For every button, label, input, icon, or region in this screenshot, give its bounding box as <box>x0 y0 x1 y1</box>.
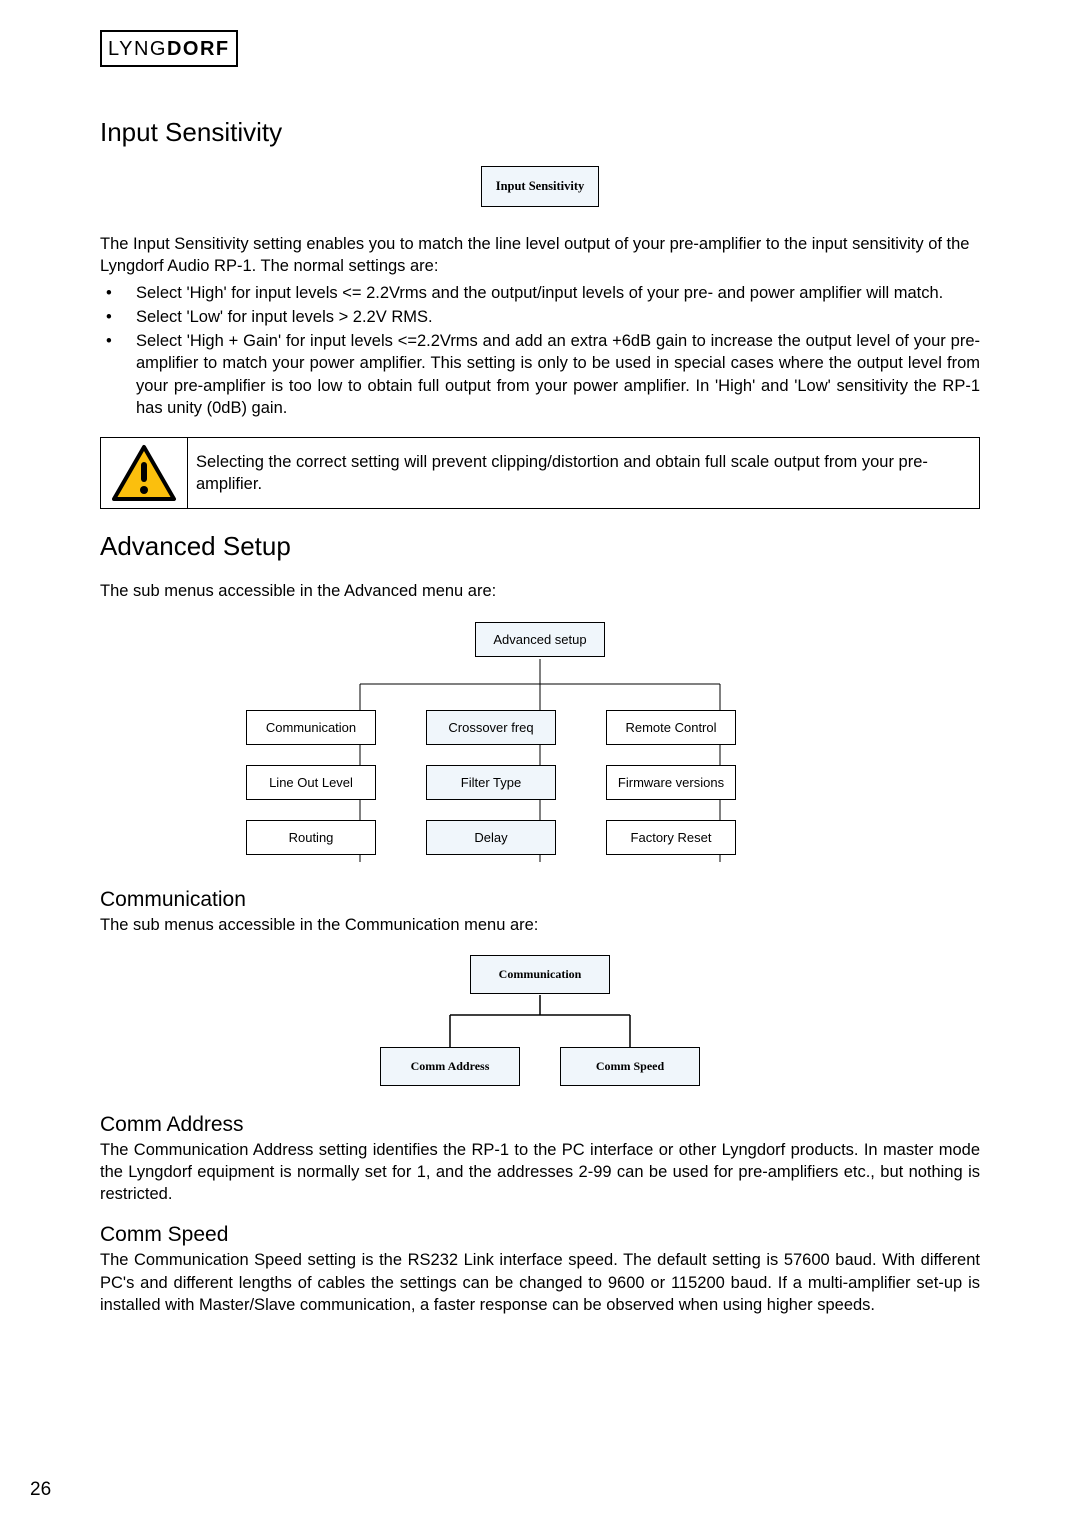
menu-box-communication: Communication <box>246 710 376 745</box>
menu-box-communication-root: Communication <box>470 955 610 994</box>
warning-icon-cell <box>101 438 188 508</box>
bullet-low: Select 'Low' for input levels > 2.2V RMS… <box>100 306 980 328</box>
advanced-setup-intro: The sub menus accessible in the Advanced… <box>100 580 980 602</box>
input-sensitivity-intro: The Input Sensitivity setting enables yo… <box>100 233 980 278</box>
heading-input-sensitivity: Input Sensitivity <box>100 117 980 148</box>
heading-advanced-setup: Advanced Setup <box>100 531 980 562</box>
menu-box-delay: Delay <box>426 820 556 855</box>
menu-box-factory-reset: Factory Reset <box>606 820 736 855</box>
page-number: 26 <box>30 1479 51 1501</box>
logo-part2: DORF <box>167 38 230 60</box>
menu-box-line-out-level: Line Out Level <box>246 765 376 800</box>
heading-communication: Communication <box>100 888 980 912</box>
comm-speed-body: The Communication Speed setting is the R… <box>100 1249 980 1316</box>
menu-box-filter-type: Filter Type <box>426 765 556 800</box>
comm-address-body: The Communication Address setting identi… <box>100 1139 980 1206</box>
warning-text: Selecting the correct setting will preve… <box>188 445 979 502</box>
menu-box-firmware-versions: Firmware versions <box>606 765 736 800</box>
warning-callout: Selecting the correct setting will preve… <box>100 437 980 509</box>
communication-intro: The sub menus accessible in the Communic… <box>100 914 980 936</box>
menu-box-comm-address: Comm Address <box>380 1047 520 1086</box>
heading-comm-speed: Comm Speed <box>100 1223 980 1247</box>
communication-diagram: Communication Comm Address Comm Speed <box>360 955 720 1095</box>
brand-logo: LYNGDORF <box>100 30 238 67</box>
heading-comm-address: Comm Address <box>100 1113 980 1137</box>
input-sensitivity-bullets: Select 'High' for input levels <= 2.2Vrm… <box>100 282 980 420</box>
logo-part1: LYNG <box>108 38 167 60</box>
menu-box-crossover-freq: Crossover freq <box>426 710 556 745</box>
bullet-high-gain: Select 'High + Gain' for input levels <=… <box>100 330 980 419</box>
bullet-high: Select 'High' for input levels <= 2.2Vrm… <box>100 282 980 304</box>
warning-icon <box>111 444 177 502</box>
menu-box-remote-control: Remote Control <box>606 710 736 745</box>
menu-box-advanced-setup: Advanced setup <box>475 622 605 657</box>
menu-box-input-sensitivity: Input Sensitivity <box>481 166 600 207</box>
menu-box-routing: Routing <box>246 820 376 855</box>
advanced-setup-diagram: Advanced setup Communication Line Out Le… <box>240 622 840 870</box>
menu-box-comm-speed: Comm Speed <box>560 1047 700 1086</box>
